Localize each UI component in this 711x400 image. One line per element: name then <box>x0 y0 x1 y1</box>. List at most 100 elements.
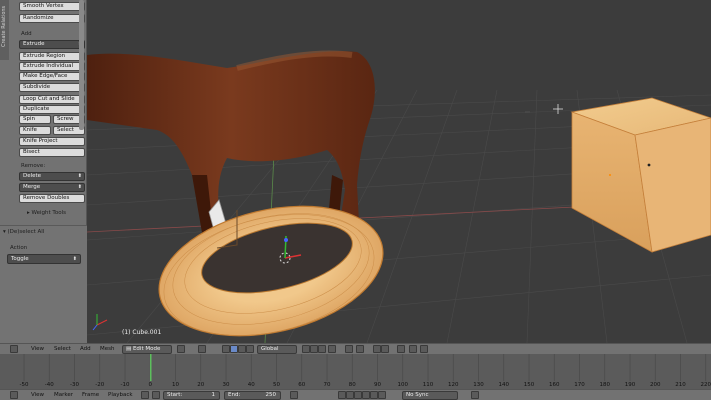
bisect-button[interactable]: Bisect <box>19 148 85 157</box>
jump-end-icon[interactable] <box>378 391 386 399</box>
timeline-tick-label: -20 <box>95 382 105 388</box>
proportional-falloff-icon[interactable] <box>356 345 364 353</box>
operator-panel: ▾ (De)select All Action Toggle ⬍ <box>0 225 87 343</box>
menu-select[interactable]: Select <box>54 346 71 352</box>
editor-type-icon[interactable] <box>10 391 18 399</box>
shading-icon[interactable] <box>177 345 185 353</box>
manipulator-icon[interactable] <box>222 345 230 353</box>
3d-view-header: View Select Add Mesh ▤ Edit Mode Global <box>0 343 711 354</box>
edge-select-icon[interactable] <box>318 345 326 353</box>
cube-mesh[interactable] <box>570 97 711 253</box>
snap-element-icon[interactable] <box>381 345 389 353</box>
record-icon[interactable] <box>471 391 479 399</box>
tl-menu-marker[interactable]: Marker <box>54 392 73 398</box>
copy-icon[interactable] <box>420 345 428 353</box>
timeline-tick-label: 160 <box>549 382 560 388</box>
prev-keyframe-icon[interactable] <box>346 391 354 399</box>
timeline-tick-label: 30 <box>222 382 230 388</box>
weight-tools-panel-header[interactable]: ▸ Weight Tools <box>27 210 66 216</box>
timeline-tick-label: 130 <box>473 382 484 388</box>
orientation-dropdown[interactable]: Global <box>257 345 297 354</box>
lamp-icon <box>553 104 563 114</box>
knife-button[interactable]: Knife <box>19 126 51 135</box>
scale-icon[interactable] <box>246 345 254 353</box>
remove-doubles-button[interactable]: Remove Doubles <box>19 194 85 203</box>
timeline-tick-label: -50 <box>19 382 29 388</box>
tl-menu-playback[interactable]: Playback <box>108 392 133 398</box>
add-label: Add <box>21 31 32 37</box>
timeline-tick-label: 60 <box>298 382 306 388</box>
edit-mode-icon: ▤ <box>126 346 133 352</box>
snap-icon[interactable] <box>373 345 381 353</box>
make-edge-face-button[interactable]: Make Edge/Face <box>19 72 85 81</box>
tool-shelf-tabs[interactable]: Create Relations <box>0 0 9 60</box>
pivot-icon[interactable] <box>198 345 206 353</box>
3d-viewport[interactable]: (1) Cube.001 <box>87 0 711 343</box>
jump-start-icon[interactable] <box>338 391 346 399</box>
timeline-tick-label: 0 <box>148 382 153 388</box>
mode-dropdown[interactable]: ▤ Edit Mode <box>122 345 172 354</box>
mesh-tools-panel: Smooth Vertex Randomize Add Extrude⬍ Ext… <box>11 0 85 225</box>
object-name-label: (1) Cube.001 <box>122 329 162 336</box>
sync-dropdown[interactable]: No Sync <box>402 391 458 400</box>
timeline-tick-label: 70 <box>323 382 331 388</box>
timeline-tick-label: 180 <box>599 382 611 388</box>
timeline-tick-label: 110 <box>422 382 434 388</box>
extrude-individual-button[interactable]: Extrude Individual <box>19 62 85 71</box>
knife-project-button[interactable]: Knife Project <box>19 137 85 146</box>
operator-panel-title[interactable]: ▾ (De)select All <box>3 229 44 235</box>
render-animation-icon[interactable] <box>409 345 417 353</box>
timeline-tick-label: 50 <box>273 382 280 388</box>
timeline-tick-label: 210 <box>675 382 686 388</box>
duplicate-button[interactable]: Duplicate <box>19 105 85 114</box>
rotate-icon[interactable] <box>238 345 246 353</box>
action-dropdown[interactable]: Toggle ⬍ <box>7 254 81 264</box>
play-icon[interactable] <box>362 391 370 399</box>
end-frame-field[interactable]: End: 250 <box>224 391 281 400</box>
tab-create-relations[interactable]: Create Relations <box>1 2 7 47</box>
timeline-tick-label: -40 <box>44 382 54 388</box>
timeline-tick-label: 40 <box>247 382 255 388</box>
timeline-tick-label: 190 <box>624 382 636 388</box>
smooth-vertex-button[interactable]: Smooth Vertex <box>19 2 85 11</box>
timeline-tick-label: 80 <box>348 382 356 388</box>
layer-icon[interactable] <box>302 345 310 353</box>
editor-type-icon[interactable] <box>10 345 18 353</box>
tool-shelf-scrollbar[interactable] <box>79 0 84 130</box>
timeline-tick-label: 140 <box>498 382 510 388</box>
tl-menu-frame[interactable]: Frame <box>82 392 99 398</box>
randomize-button[interactable]: Randomize <box>19 14 85 23</box>
torus-mesh[interactable] <box>146 186 396 343</box>
vertex-select-icon[interactable] <box>310 345 318 353</box>
extrude-dropdown[interactable]: Extrude⬍ <box>19 40 85 49</box>
timeline-header: View Marker Frame Playback Start: 1 End:… <box>0 389 711 400</box>
dropdown-arrow-icon: ⬍ <box>77 184 82 190</box>
merge-dropdown[interactable]: Merge ⬍ <box>19 183 85 192</box>
start-frame-field[interactable]: Start: 1 <box>163 391 220 400</box>
timeline-tick-label: 100 <box>397 382 409 388</box>
subdivide-button[interactable]: Subdivide <box>19 83 85 92</box>
opengl-render-icon[interactable] <box>397 345 405 353</box>
viewport-scene[interactable] <box>87 0 711 343</box>
current-frame-field[interactable] <box>290 391 298 399</box>
preview-range-icon[interactable] <box>141 391 149 399</box>
tl-menu-view[interactable]: View <box>31 392 44 398</box>
timeline-tick-label: 20 <box>197 382 205 388</box>
proportional-edit-icon[interactable] <box>345 345 353 353</box>
menu-add[interactable]: Add <box>80 346 91 352</box>
view-axes-gizmo <box>92 314 108 331</box>
spin-button[interactable]: Spin <box>19 115 51 124</box>
play-reverse-icon[interactable] <box>354 391 362 399</box>
menu-view[interactable]: View <box>31 346 44 352</box>
loop-cut-slide-button[interactable]: Loop Cut and Slide <box>19 95 85 104</box>
face-select-icon[interactable] <box>328 345 336 353</box>
tool-shelf: Create Relations Smooth Vertex Randomize… <box>0 0 87 343</box>
extrude-region-button[interactable]: Extrude Region <box>19 52 85 61</box>
menu-mesh[interactable]: Mesh <box>100 346 114 352</box>
action-label: Action <box>10 245 28 251</box>
delete-dropdown[interactable]: Delete ⬍ <box>19 172 85 181</box>
lock-icon[interactable] <box>152 391 160 399</box>
next-keyframe-icon[interactable] <box>370 391 378 399</box>
translate-icon[interactable] <box>230 345 238 353</box>
timeline[interactable]: -50 -40 -30 -20 -10 0 10 20 30 40 50 60 70 80 90 100 110… <box>0 354 711 389</box>
